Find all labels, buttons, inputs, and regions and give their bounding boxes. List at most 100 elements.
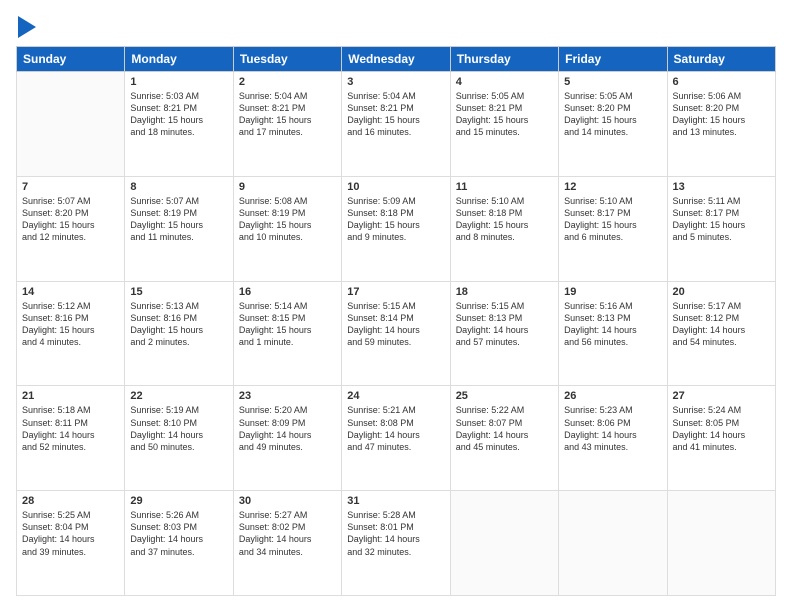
day-number: 27: [673, 390, 770, 402]
logo: [16, 16, 36, 38]
day-number: 20: [673, 286, 770, 298]
day-info: Sunrise: 5:22 AM Sunset: 8:07 PM Dayligh…: [456, 404, 553, 453]
calendar-week-4: 21 Sunrise: 5:18 AM Sunset: 8:11 PM Dayli…: [17, 386, 776, 491]
weekday-header-wednesday: Wednesday: [342, 47, 450, 72]
weekday-header-friday: Friday: [559, 47, 667, 72]
day-info: Sunrise: 5:12 AM Sunset: 8:16 PM Dayligh…: [22, 300, 119, 349]
day-info: Sunrise: 5:05 AM Sunset: 8:20 PM Dayligh…: [564, 90, 661, 139]
day-number: 28: [22, 495, 119, 507]
day-number: 12: [564, 181, 661, 193]
calendar-cell: 31 Sunrise: 5:28 AM Sunset: 8:01 PM Dayli…: [342, 491, 450, 596]
day-info: Sunrise: 5:17 AM Sunset: 8:12 PM Dayligh…: [673, 300, 770, 349]
calendar-week-2: 7 Sunrise: 5:07 AM Sunset: 8:20 PM Daylig…: [17, 176, 776, 281]
calendar-cell: 12Sunrise: 5:10 AM Sunset: 8:17 PM Dayli…: [559, 176, 667, 281]
calendar-week-3: 14 Sunrise: 5:12 AM Sunset: 8:16 PM Dayli…: [17, 281, 776, 386]
calendar-cell: 9Sunrise: 5:08 AM Sunset: 8:19 PM Daylig…: [233, 176, 341, 281]
calendar-cell: 30 Sunrise: 5:27 AM Sunset: 8:02 PM Dayli…: [233, 491, 341, 596]
day-number: 4: [456, 76, 553, 88]
day-number: 25: [456, 390, 553, 402]
day-number: 17: [347, 286, 444, 298]
calendar-cell: 3Sunrise: 5:04 AM Sunset: 8:21 PM Daylig…: [342, 72, 450, 177]
calendar-cell: 22Sunrise: 5:19 AM Sunset: 8:10 PM Dayli…: [125, 386, 233, 491]
header: [16, 16, 776, 38]
weekday-header-sunday: Sunday: [17, 47, 125, 72]
day-info: Sunrise: 5:04 AM Sunset: 8:21 PM Dayligh…: [347, 90, 444, 139]
day-info: Sunrise: 5:16 AM Sunset: 8:13 PM Dayligh…: [564, 300, 661, 349]
day-number: 14: [22, 286, 119, 298]
calendar-cell: 6 Sunrise: 5:06 AM Sunset: 8:20 PM Daylig…: [667, 72, 775, 177]
calendar-cell: 18 Sunrise: 5:15 AM Sunset: 8:13 PM Dayli…: [450, 281, 558, 386]
calendar-cell: 11 Sunrise: 5:10 AM Sunset: 8:18 PM Dayli…: [450, 176, 558, 281]
logo-arrow-icon: [18, 16, 36, 38]
calendar-cell: [17, 72, 125, 177]
day-number: 8: [130, 181, 227, 193]
day-info: Sunrise: 5:18 AM Sunset: 8:11 PM Dayligh…: [22, 404, 119, 453]
calendar-cell: 17 Sunrise: 5:15 AM Sunset: 8:14 PM Dayli…: [342, 281, 450, 386]
day-info: Sunrise: 5:13 AM Sunset: 8:16 PM Dayligh…: [130, 300, 227, 349]
day-number: 16: [239, 286, 336, 298]
day-number: 18: [456, 286, 553, 298]
calendar-cell: 5 Sunrise: 5:05 AM Sunset: 8:20 PM Daylig…: [559, 72, 667, 177]
day-number: 26: [564, 390, 661, 402]
calendar-week-1: 1 Sunrise: 5:03 AM Sunset: 8:21 PM Daylig…: [17, 72, 776, 177]
day-number: 24: [347, 390, 444, 402]
day-number: 15: [130, 286, 227, 298]
day-number: 31: [347, 495, 444, 507]
day-info: Sunrise: 5:15 AM Sunset: 8:14 PM Dayligh…: [347, 300, 444, 349]
day-info: Sunrise: 5:06 AM Sunset: 8:20 PM Dayligh…: [673, 90, 770, 139]
weekday-header-tuesday: Tuesday: [233, 47, 341, 72]
day-info: Sunrise: 5:23 AM Sunset: 8:06 PM Dayligh…: [564, 404, 661, 453]
weekday-header-thursday: Thursday: [450, 47, 558, 72]
calendar-cell: [559, 491, 667, 596]
day-info: Sunrise: 5:14 AM Sunset: 8:15 PM Dayligh…: [239, 300, 336, 349]
calendar-cell: 10 Sunrise: 5:09 AM Sunset: 8:18 PM Dayli…: [342, 176, 450, 281]
calendar-cell: 4 Sunrise: 5:05 AM Sunset: 8:21 PM Daylig…: [450, 72, 558, 177]
calendar-cell: 19 Sunrise: 5:16 AM Sunset: 8:13 PM Dayli…: [559, 281, 667, 386]
calendar-cell: [450, 491, 558, 596]
weekday-header-row: SundayMondayTuesdayWednesdayThursdayFrid…: [17, 47, 776, 72]
calendar-cell: 25 Sunrise: 5:22 AM Sunset: 8:07 PM Dayli…: [450, 386, 558, 491]
calendar-cell: 28Sunrise: 5:25 AM Sunset: 8:04 PM Dayli…: [17, 491, 125, 596]
day-number: 10: [347, 181, 444, 193]
day-number: 1: [130, 76, 227, 88]
calendar-cell: 20 Sunrise: 5:17 AM Sunset: 8:12 PM Dayli…: [667, 281, 775, 386]
calendar-cell: 13Sunrise: 5:11 AM Sunset: 8:17 PM Dayli…: [667, 176, 775, 281]
day-info: Sunrise: 5:15 AM Sunset: 8:13 PM Dayligh…: [456, 300, 553, 349]
calendar-cell: 26 Sunrise: 5:23 AM Sunset: 8:06 PM Dayli…: [559, 386, 667, 491]
day-number: 30: [239, 495, 336, 507]
day-number: 19: [564, 286, 661, 298]
calendar-cell: 23Sunrise: 5:20 AM Sunset: 8:09 PM Dayli…: [233, 386, 341, 491]
day-number: 13: [673, 181, 770, 193]
day-number: 6: [673, 76, 770, 88]
day-info: Sunrise: 5:07 AM Sunset: 8:19 PM Dayligh…: [130, 195, 227, 244]
calendar-cell: 15 Sunrise: 5:13 AM Sunset: 8:16 PM Dayli…: [125, 281, 233, 386]
day-info: Sunrise: 5:10 AM Sunset: 8:18 PM Dayligh…: [456, 195, 553, 244]
page: SundayMondayTuesdayWednesdayThursdayFrid…: [0, 0, 792, 612]
day-number: 2: [239, 76, 336, 88]
day-info: Sunrise: 5:04 AM Sunset: 8:21 PM Dayligh…: [239, 90, 336, 139]
calendar-table: SundayMondayTuesdayWednesdayThursdayFrid…: [16, 46, 776, 596]
weekday-header-monday: Monday: [125, 47, 233, 72]
day-info: Sunrise: 5:28 AM Sunset: 8:01 PM Dayligh…: [347, 509, 444, 558]
day-number: 23: [239, 390, 336, 402]
calendar-cell: 16 Sunrise: 5:14 AM Sunset: 8:15 PM Dayli…: [233, 281, 341, 386]
calendar-cell: [667, 491, 775, 596]
day-number: 5: [564, 76, 661, 88]
day-number: 21: [22, 390, 119, 402]
day-info: Sunrise: 5:03 AM Sunset: 8:21 PM Dayligh…: [130, 90, 227, 139]
day-info: Sunrise: 5:24 AM Sunset: 8:05 PM Dayligh…: [673, 404, 770, 453]
day-number: 11: [456, 181, 553, 193]
day-info: Sunrise: 5:09 AM Sunset: 8:18 PM Dayligh…: [347, 195, 444, 244]
calendar-cell: 8 Sunrise: 5:07 AM Sunset: 8:19 PM Daylig…: [125, 176, 233, 281]
day-number: 7: [22, 181, 119, 193]
calendar-cell: 24 Sunrise: 5:21 AM Sunset: 8:08 PM Dayli…: [342, 386, 450, 491]
day-info: Sunrise: 5:07 AM Sunset: 8:20 PM Dayligh…: [22, 195, 119, 244]
day-info: Sunrise: 5:21 AM Sunset: 8:08 PM Dayligh…: [347, 404, 444, 453]
day-info: Sunrise: 5:27 AM Sunset: 8:02 PM Dayligh…: [239, 509, 336, 558]
day-number: 9: [239, 181, 336, 193]
day-info: Sunrise: 5:19 AM Sunset: 8:10 PM Dayligh…: [130, 404, 227, 453]
day-info: Sunrise: 5:05 AM Sunset: 8:21 PM Dayligh…: [456, 90, 553, 139]
calendar-cell: 29Sunrise: 5:26 AM Sunset: 8:03 PM Dayli…: [125, 491, 233, 596]
weekday-header-saturday: Saturday: [667, 47, 775, 72]
calendar-cell: 14 Sunrise: 5:12 AM Sunset: 8:16 PM Dayli…: [17, 281, 125, 386]
